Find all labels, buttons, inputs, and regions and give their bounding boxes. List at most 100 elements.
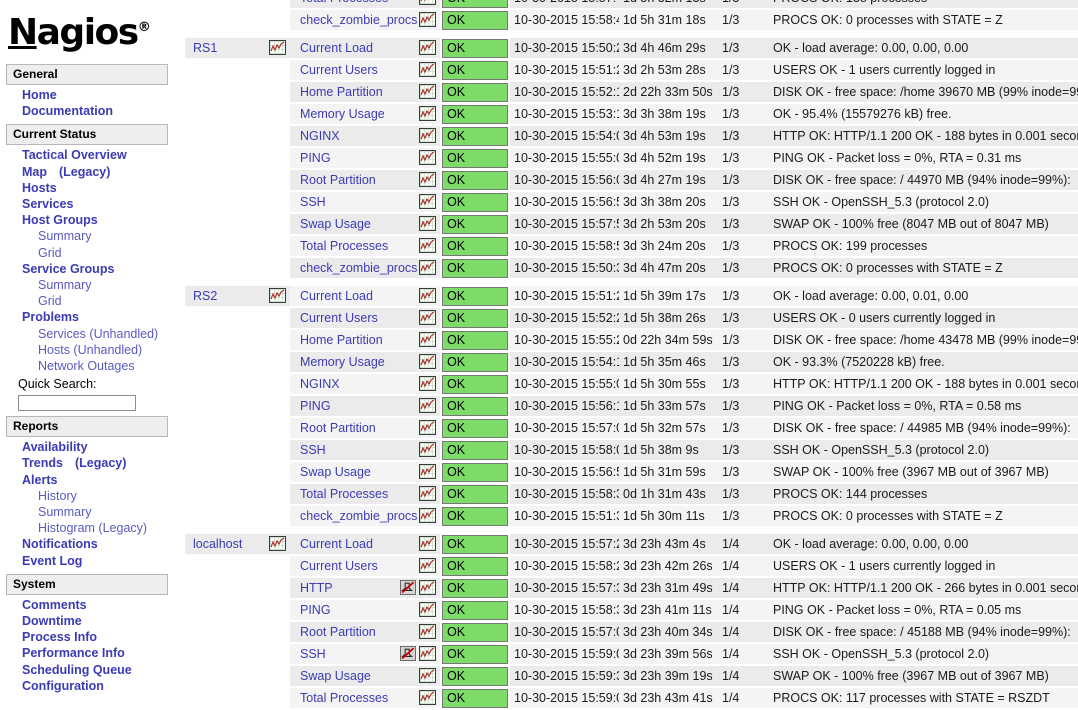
- service-entry[interactable]: Current Users: [290, 555, 440, 576]
- sidebar-link-services[interactable]: Services: [0, 196, 73, 212]
- trends-graph-icon[interactable]: [269, 288, 286, 303]
- service-entry[interactable]: SSH: [290, 643, 440, 664]
- quick-search-input[interactable]: [18, 395, 136, 412]
- service-entry[interactable]: Total Processes: [290, 687, 440, 708]
- service-link-current-load[interactable]: Current Load: [300, 38, 373, 58]
- service-link-ssh[interactable]: SSH: [300, 644, 326, 664]
- sidebar-link-problems[interactable]: Problems: [0, 309, 79, 325]
- service-entry[interactable]: SSH: [290, 191, 440, 212]
- sidebar-link-tactical-overview[interactable]: Tactical Overview: [0, 147, 127, 163]
- sidebar-link-process-info[interactable]: Process Info: [0, 629, 97, 645]
- service-entry[interactable]: Current Users: [290, 307, 440, 328]
- sidebar-link-map-legacy[interactable]: (Legacy): [59, 164, 110, 180]
- host-entry[interactable]: RS2: [185, 285, 290, 306]
- service-entry[interactable]: Root Partition: [290, 169, 440, 190]
- trends-graph-icon[interactable]: [419, 172, 436, 187]
- notifications-disabled-icon[interactable]: [400, 646, 416, 661]
- sidebar-link-availability[interactable]: Availability: [0, 439, 88, 455]
- service-link-total-processes[interactable]: Total Processes: [300, 236, 388, 256]
- service-link-ping[interactable]: PING: [300, 396, 331, 416]
- service-link-current-load[interactable]: Current Load: [300, 286, 373, 306]
- service-link-check-zombie-procs[interactable]: check_zombie_procs: [300, 506, 417, 526]
- service-entry[interactable]: check_zombie_procs: [290, 9, 440, 30]
- trends-graph-icon[interactable]: [419, 62, 436, 77]
- service-link-check-zombie-procs[interactable]: check_zombie_procs: [300, 10, 417, 30]
- trends-graph-icon[interactable]: [419, 288, 436, 303]
- sidebar-link-home[interactable]: Home: [0, 87, 57, 103]
- service-entry[interactable]: Swap Usage: [290, 461, 440, 482]
- trends-graph-icon[interactable]: [269, 40, 286, 55]
- sidebar-link-hosts[interactable]: Hosts: [0, 180, 57, 196]
- service-entry[interactable]: Memory Usage: [290, 351, 440, 372]
- service-entry[interactable]: PING: [290, 599, 440, 620]
- service-link-nginx[interactable]: NGINX: [300, 374, 340, 394]
- trends-graph-icon[interactable]: [419, 558, 436, 573]
- sidebar-link-trends-legacy[interactable]: (Legacy): [75, 455, 126, 471]
- service-entry[interactable]: Current Users: [290, 59, 440, 80]
- notifications-disabled-icon[interactable]: [400, 580, 416, 595]
- service-entry[interactable]: Current Load: [290, 285, 440, 306]
- trends-graph-icon[interactable]: [419, 332, 436, 347]
- service-entry[interactable]: Total Processes: [290, 0, 440, 8]
- trends-graph-icon[interactable]: [419, 0, 436, 5]
- sidebar-link-documentation[interactable]: Documentation: [0, 103, 113, 119]
- sidebar-link-history[interactable]: History: [0, 488, 77, 504]
- host-entry[interactable]: RS1: [185, 37, 290, 58]
- sidebar-link-summary[interactable]: Summary: [0, 504, 91, 520]
- sidebar-link-grid[interactable]: Grid: [0, 293, 62, 309]
- service-link-swap-usage[interactable]: Swap Usage: [300, 214, 371, 234]
- trends-graph-icon[interactable]: [419, 128, 436, 143]
- sidebar-link-comments[interactable]: Comments: [0, 597, 87, 613]
- service-entry[interactable]: Root Partition: [290, 621, 440, 642]
- trends-graph-icon[interactable]: [419, 508, 436, 523]
- service-link-nginx[interactable]: NGINX: [300, 126, 340, 146]
- trends-graph-icon[interactable]: [419, 536, 436, 551]
- service-link-memory-usage[interactable]: Memory Usage: [300, 104, 385, 124]
- sidebar-link-host-groups[interactable]: Host Groups: [0, 212, 98, 228]
- service-link-total-processes[interactable]: Total Processes: [300, 0, 388, 8]
- service-entry[interactable]: check_zombie_procs: [290, 257, 440, 278]
- sidebar-link-services-unhandled[interactable]: Services (Unhandled): [0, 326, 158, 342]
- service-entry[interactable]: SSH: [290, 439, 440, 460]
- sidebar-link-notifications[interactable]: Notifications: [0, 536, 98, 552]
- host-link-localhost[interactable]: localhost: [193, 534, 242, 554]
- service-entry[interactable]: HTTP: [290, 577, 440, 598]
- trends-graph-icon[interactable]: [419, 420, 436, 435]
- sidebar-link-network-outages[interactable]: Network Outages: [0, 358, 135, 374]
- service-entry[interactable]: Total Processes: [290, 235, 440, 256]
- service-link-check-zombie-procs[interactable]: check_zombie_procs: [300, 258, 417, 278]
- trends-graph-icon[interactable]: [419, 310, 436, 325]
- sidebar-link-performance-info[interactable]: Performance Info: [0, 645, 125, 661]
- host-link-rs1[interactable]: RS1: [193, 38, 217, 58]
- service-link-ssh[interactable]: SSH: [300, 440, 326, 460]
- sidebar-link-downtime[interactable]: Downtime: [0, 613, 82, 629]
- trends-graph-icon[interactable]: [419, 580, 436, 595]
- trends-graph-icon[interactable]: [419, 376, 436, 391]
- sidebar-link-service-groups[interactable]: Service Groups: [0, 261, 114, 277]
- sidebar-link-histogram-legacy[interactable]: Histogram (Legacy): [0, 520, 147, 536]
- service-link-swap-usage[interactable]: Swap Usage: [300, 462, 371, 482]
- service-entry[interactable]: PING: [290, 395, 440, 416]
- sidebar-link-alerts[interactable]: Alerts: [0, 472, 57, 488]
- trends-graph-icon[interactable]: [419, 486, 436, 501]
- service-entry[interactable]: Current Load: [290, 37, 440, 58]
- trends-graph-icon[interactable]: [419, 194, 436, 209]
- service-link-memory-usage[interactable]: Memory Usage: [300, 352, 385, 372]
- trends-graph-icon[interactable]: [419, 690, 436, 705]
- service-link-root-partition[interactable]: Root Partition: [300, 170, 376, 190]
- service-entry[interactable]: Total Processes: [290, 483, 440, 504]
- trends-graph-icon[interactable]: [419, 646, 436, 661]
- service-link-home-partition[interactable]: Home Partition: [300, 82, 383, 102]
- trends-graph-icon[interactable]: [419, 398, 436, 413]
- service-link-total-processes[interactable]: Total Processes: [300, 688, 388, 708]
- service-link-total-processes[interactable]: Total Processes: [300, 484, 388, 504]
- service-entry[interactable]: Home Partition: [290, 329, 440, 350]
- service-entry[interactable]: Root Partition: [290, 417, 440, 438]
- trends-graph-icon[interactable]: [419, 354, 436, 369]
- trends-graph-icon[interactable]: [419, 84, 436, 99]
- trends-graph-icon[interactable]: [269, 536, 286, 551]
- sidebar-link-hosts-unhandled[interactable]: Hosts (Unhandled): [0, 342, 142, 358]
- trends-graph-icon[interactable]: [419, 12, 436, 27]
- service-entry[interactable]: NGINX: [290, 125, 440, 146]
- service-link-current-users[interactable]: Current Users: [300, 308, 378, 328]
